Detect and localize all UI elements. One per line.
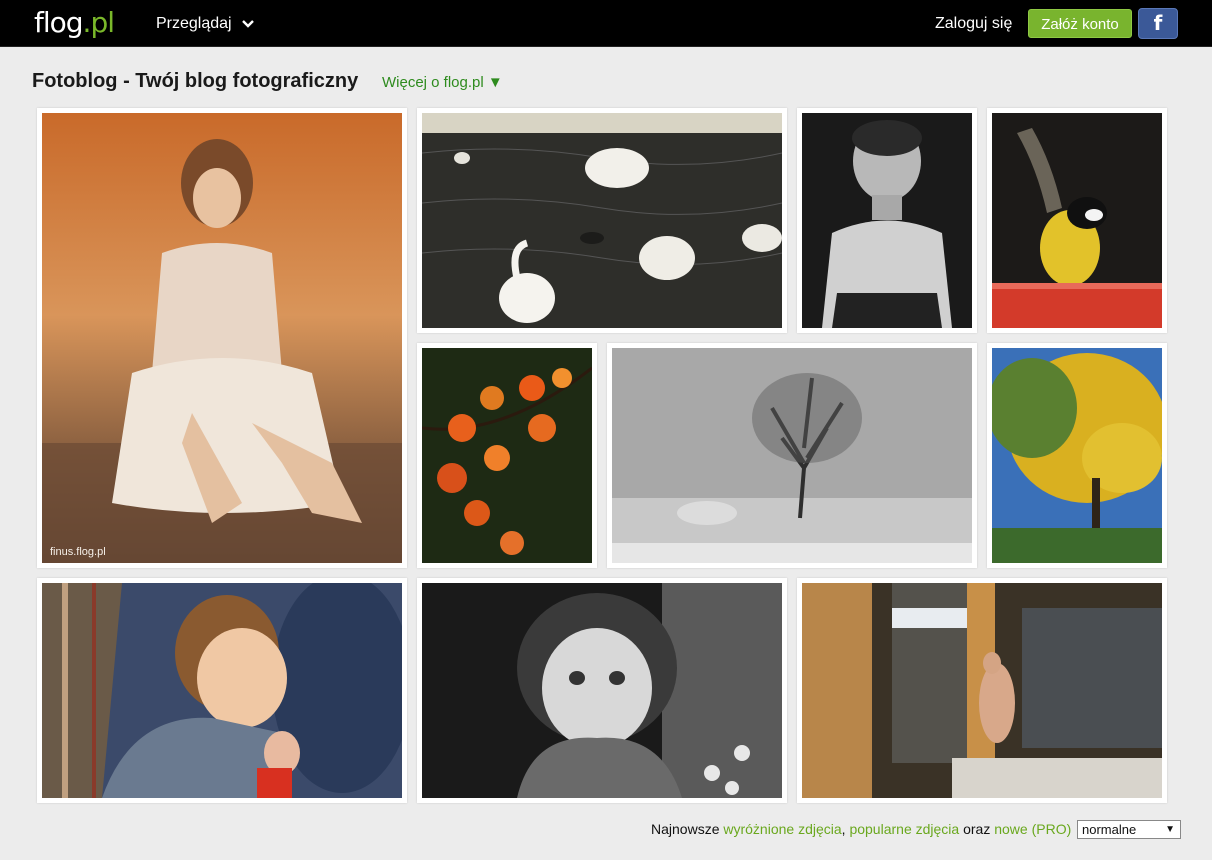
- photo-woman-autumn: finus.flog.pl: [42, 113, 402, 563]
- photo-bird: [992, 113, 1162, 328]
- footer-comma: ,: [841, 821, 846, 837]
- view-mode-value: normalne: [1082, 822, 1137, 837]
- featured-photos-link[interactable]: wyróżnione zdjęcia: [723, 821, 841, 837]
- popular-photos-link[interactable]: popularne zdjęcia: [849, 821, 959, 837]
- footer-and: oraz: [963, 821, 991, 837]
- login-link[interactable]: Zaloguj się: [935, 0, 1012, 47]
- signup-button[interactable]: Załóż konto: [1028, 9, 1132, 38]
- photo-tile[interactable]: [607, 343, 977, 568]
- browse-menu[interactable]: Przeglądaj: [156, 0, 254, 47]
- photo-tile[interactable]: [987, 343, 1167, 568]
- view-mode-select[interactable]: normalne ▼: [1077, 820, 1181, 839]
- page-title: Fotoblog - Twój blog fotograficzny: [32, 70, 359, 92]
- photo-tile[interactable]: [417, 343, 597, 568]
- logo-text: flog: [34, 6, 84, 39]
- site-logo[interactable]: flog.pl: [34, 6, 115, 40]
- browse-label: Przeglądaj: [156, 15, 232, 32]
- photo-tile[interactable]: [37, 578, 407, 803]
- photo-tile[interactable]: [797, 578, 1167, 803]
- photo-boy: [42, 583, 402, 798]
- logo-tld: .pl: [82, 6, 115, 39]
- footer-prefix: Najnowsze: [651, 821, 720, 837]
- photo-tile[interactable]: finus.flog.pl: [37, 108, 407, 568]
- footer-links: Najnowsze wyróżnione zdjęcia, popularne …: [651, 821, 1071, 837]
- photo-girl-portrait: [422, 583, 782, 798]
- photo-watermark: finus.flog.pl: [50, 546, 106, 558]
- facebook-icon[interactable]: f: [1138, 8, 1178, 39]
- photo-swans: [422, 113, 782, 328]
- photo-foggy-tree: [612, 348, 972, 563]
- photo-tile[interactable]: [417, 108, 787, 333]
- chevron-down-icon: [242, 0, 254, 47]
- photo-tile[interactable]: [417, 578, 787, 803]
- new-pro-link[interactable]: nowe (PRO): [994, 821, 1071, 837]
- photo-golden-tree: [992, 348, 1162, 563]
- photo-tile[interactable]: [987, 108, 1167, 333]
- photo-tile[interactable]: [797, 108, 977, 333]
- more-about-link[interactable]: Więcej o flog.pl ▼: [382, 74, 503, 91]
- top-nav-bar: flog.pl Przeglądaj Zaloguj się Załóż kon…: [0, 0, 1212, 47]
- photo-pigeon: [802, 583, 1162, 798]
- photo-autumn-leaves: [422, 348, 592, 563]
- photo-man-portrait: [802, 113, 972, 328]
- dropdown-arrow-icon: ▼: [1165, 824, 1175, 835]
